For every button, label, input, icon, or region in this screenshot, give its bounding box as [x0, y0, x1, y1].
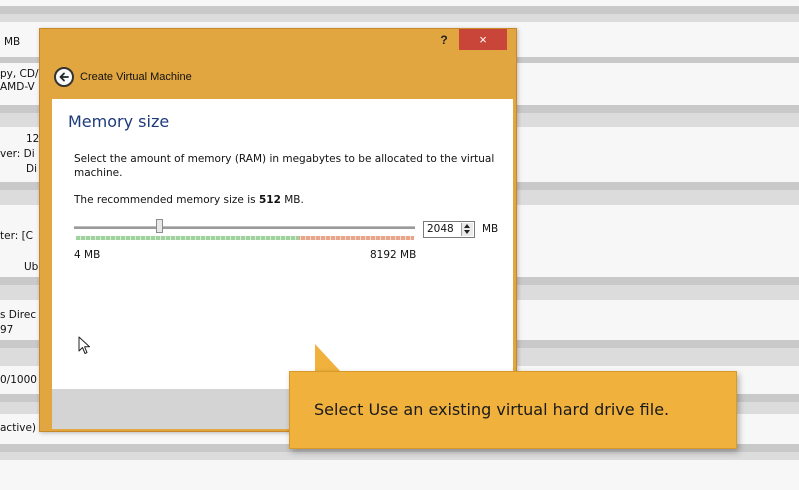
details-separator	[0, 6, 799, 14]
recommended-prefix: The recommended memory size is	[74, 194, 256, 206]
details-text: 97	[0, 324, 14, 336]
memory-value-field[interactable]: 2048	[427, 223, 454, 235]
memory-slider-thumb[interactable]	[155, 219, 163, 233]
details-text: py, CD/	[0, 68, 39, 80]
memory-slider-track[interactable]	[74, 226, 415, 229]
details-text: 0/1000	[0, 374, 37, 386]
back-button[interactable]	[54, 67, 74, 87]
memory-slider-scale	[76, 236, 414, 240]
recommended-memory-text: The recommended memory size is 512 MB.	[74, 194, 304, 206]
slider-max-label: 8192 MB	[370, 249, 417, 261]
memory-spinbox[interactable]: 2048	[423, 221, 475, 238]
dialog-title: Create Virtual Machine	[80, 71, 192, 83]
details-text: ter: [C	[0, 230, 34, 242]
details-text: 12	[26, 133, 40, 145]
details-text: active)	[0, 422, 37, 434]
details-text: Ub	[24, 261, 39, 273]
dialog-content: Memory size Select the amount of memory …	[52, 99, 513, 389]
help-button[interactable]: ?	[436, 32, 452, 48]
callout-text: Select Use an existing virtual hard driv…	[314, 400, 670, 419]
memory-unit-label: MB	[482, 223, 499, 235]
spin-down-icon[interactable]	[464, 230, 470, 234]
details-text: Di	[26, 163, 38, 175]
details-text: s Direc	[0, 309, 37, 321]
instruction-callout: Select Use an existing virtual hard driv…	[289, 371, 737, 449]
slider-min-label: 4 MB	[74, 249, 101, 261]
details-text: AMD-V	[0, 81, 35, 93]
back-arrow-icon	[59, 72, 69, 82]
details-text: ver: Di	[0, 148, 35, 160]
callout-pointer	[315, 344, 341, 372]
recommended-unit: MB.	[284, 194, 304, 206]
recommended-value: 512	[258, 194, 281, 206]
mouse-cursor-icon	[78, 336, 90, 354]
close-button[interactable]: ×	[459, 29, 507, 50]
spin-up-icon[interactable]	[464, 224, 470, 228]
details-text: MB	[4, 36, 21, 48]
memory-description: Select the amount of memory (RAM) in meg…	[74, 153, 495, 179]
spin-buttons[interactable]	[461, 223, 473, 236]
page-title: Memory size	[68, 112, 170, 131]
details-band	[0, 460, 799, 490]
